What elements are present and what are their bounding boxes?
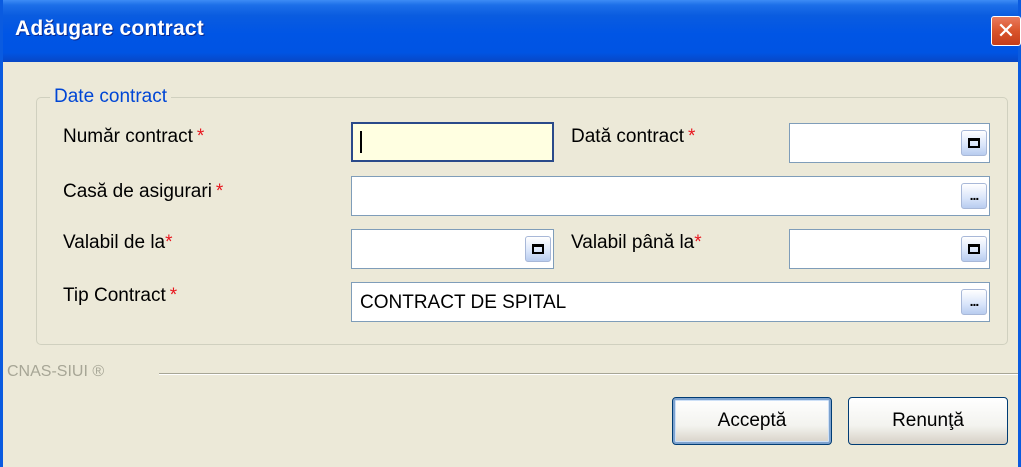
group-legend: Date contract: [50, 86, 171, 108]
calendar-icon: [968, 138, 980, 148]
footer-divider: [159, 373, 1018, 375]
calendar-icon: [532, 244, 544, 254]
valabil-pana-la-label: Valabil până la*: [571, 232, 702, 253]
valabil-de-la-calendar-button[interactable]: [525, 236, 551, 262]
window-title: Adăugare contract: [15, 17, 204, 40]
data-contract-label: Dată contract *: [571, 126, 696, 147]
data-contract-calendar-button[interactable]: [961, 130, 987, 156]
required-marker: *: [688, 126, 696, 147]
data-contract-input[interactable]: [789, 123, 990, 163]
calendar-icon: [968, 244, 980, 254]
accept-button[interactable]: Acceptă: [672, 397, 832, 445]
required-marker: *: [196, 126, 205, 147]
text-caret: [360, 131, 362, 153]
casa-asigurari-input[interactable]: ...: [351, 176, 990, 216]
numar-contract-input[interactable]: [351, 122, 554, 162]
dialog-window: Adăugare contract ✕ Date contract Număr …: [0, 0, 1021, 467]
cancel-button[interactable]: Renunţă: [848, 397, 1008, 445]
valabil-de-la-label: Valabil de la*: [63, 232, 173, 253]
casa-asigurari-label: Casă de asigurari *: [63, 181, 224, 202]
ellipsis-icon: ...: [969, 187, 980, 203]
required-marker: *: [169, 285, 178, 306]
required-marker: *: [165, 232, 173, 253]
casa-asigurari-browse-button[interactable]: ...: [961, 183, 987, 209]
tip-contract-label: Tip Contract *: [63, 285, 178, 306]
required-marker: *: [694, 232, 702, 253]
ellipsis-icon: ...: [969, 293, 980, 309]
valabil-pana-la-input[interactable]: [789, 229, 990, 269]
valabil-pana-la-calendar-button[interactable]: [961, 236, 987, 262]
title-bar[interactable]: Adăugare contract: [3, 0, 1018, 62]
tip-contract-browse-button[interactable]: ...: [961, 289, 987, 315]
close-icon: ✕: [996, 18, 1016, 43]
required-marker: *: [215, 181, 224, 202]
tip-contract-value: CONTRACT DE SPITAL: [360, 292, 567, 313]
valabil-de-la-input[interactable]: [351, 229, 554, 269]
close-button[interactable]: ✕: [991, 16, 1021, 46]
tip-contract-input[interactable]: CONTRACT DE SPITAL ...: [351, 282, 990, 322]
numar-contract-label: Număr contract *: [63, 126, 205, 147]
brand-label: CNAS-SIUI ®: [7, 363, 105, 380]
